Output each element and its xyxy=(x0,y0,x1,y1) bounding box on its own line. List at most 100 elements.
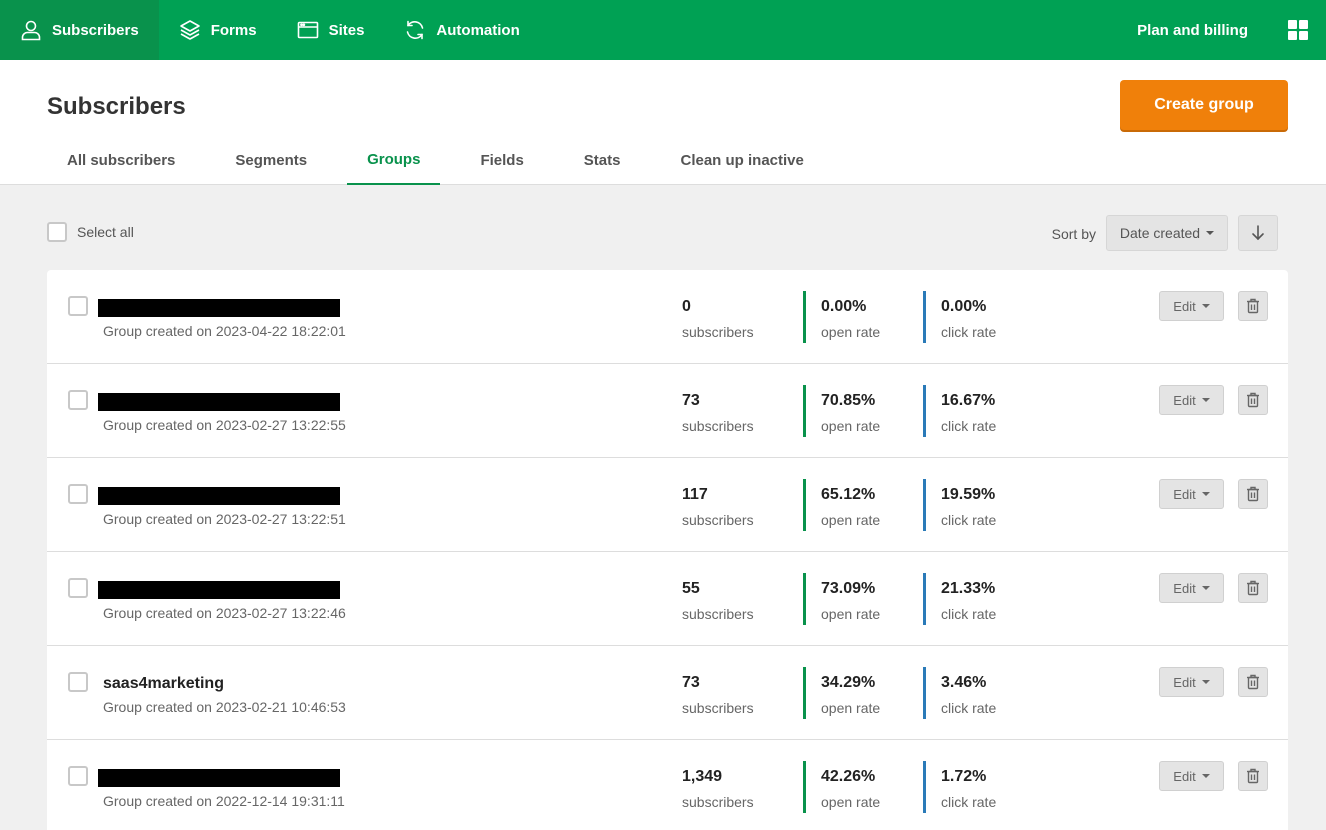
browser-window-icon xyxy=(297,21,318,39)
apps-grid-icon[interactable] xyxy=(1288,20,1308,40)
nav-automation[interactable]: Automation xyxy=(384,0,539,60)
sort-select[interactable]: Date created xyxy=(1106,215,1228,251)
refresh-icon xyxy=(407,20,424,40)
open-rate-stat: 70.85% open rate xyxy=(803,385,880,437)
trash-icon xyxy=(1247,392,1259,408)
click-rate-value: 16.67% xyxy=(941,392,996,409)
sort-select-value: Date created xyxy=(1119,225,1201,241)
tab-groups[interactable]: Groups xyxy=(347,135,441,185)
open-rate-label: open rate xyxy=(821,700,881,716)
group-name[interactable]: saas4marketing xyxy=(103,675,224,693)
click-rate-stat: 3.46% click rate xyxy=(923,667,996,719)
click-rate-label: click rate xyxy=(941,324,997,340)
nav-sites[interactable]: Sites xyxy=(277,0,385,60)
click-rate-label: click rate xyxy=(941,700,997,716)
subscribers-label: subscribers xyxy=(682,794,754,810)
subscribers-stat: 55 subscribers xyxy=(682,573,754,625)
redacted-group-name xyxy=(98,487,340,505)
subscribers-stat: 0 subscribers xyxy=(682,291,754,343)
open-rate-value: 70.85% xyxy=(821,392,876,409)
row-checkbox[interactable] xyxy=(68,390,88,410)
sort-direction-button[interactable] xyxy=(1238,215,1278,251)
delete-button[interactable] xyxy=(1238,761,1268,791)
delete-button[interactable] xyxy=(1238,479,1268,509)
group-row[interactable]: Group created on 2023-02-27 13:22:55 73 … xyxy=(47,364,1288,458)
edit-button[interactable]: Edit xyxy=(1159,479,1224,509)
subscribers-stat: 73 subscribers xyxy=(682,667,754,719)
select-all-label: Select all xyxy=(77,224,134,240)
group-row[interactable]: Group created on 2023-02-27 13:22:46 55 … xyxy=(47,552,1288,646)
click-rate-stat: 19.59% click rate xyxy=(923,479,996,531)
open-rate-label: open rate xyxy=(821,324,881,340)
caret-down-icon xyxy=(1201,398,1210,402)
row-checkbox[interactable] xyxy=(68,296,88,316)
edit-button[interactable]: Edit xyxy=(1159,385,1224,415)
group-created-date: Group created on 2023-02-27 13:22:51 xyxy=(103,511,346,527)
subscribers-count: 0 xyxy=(682,298,691,315)
select-all[interactable]: Select all xyxy=(47,222,134,242)
delete-button[interactable] xyxy=(1238,573,1268,603)
open-rate-value: 65.12% xyxy=(821,486,876,503)
subscribers-stat: 1,349 subscribers xyxy=(682,761,754,813)
delete-button[interactable] xyxy=(1238,291,1268,321)
edit-button[interactable]: Edit xyxy=(1159,761,1224,791)
trash-icon xyxy=(1247,486,1259,502)
click-rate-stat: 21.33% click rate xyxy=(923,573,996,625)
subscribers-count: 55 xyxy=(682,580,700,597)
trash-icon xyxy=(1247,298,1259,314)
tab-segments[interactable]: Segments xyxy=(215,135,327,185)
click-rate-stat: 0.00% click rate xyxy=(923,291,996,343)
tab-clean-up-inactive[interactable]: Clean up inactive xyxy=(660,135,823,185)
user-icon xyxy=(21,20,41,41)
click-rate-label: click rate xyxy=(941,418,997,434)
trash-icon xyxy=(1247,768,1259,784)
plan-and-billing-link[interactable]: Plan and billing xyxy=(1137,22,1248,39)
group-row[interactable]: Group created on 2022-12-14 19:31:11 1,3… xyxy=(47,740,1288,830)
edit-label: Edit xyxy=(1173,392,1196,408)
edit-label: Edit xyxy=(1173,298,1196,314)
subscribers-label: subscribers xyxy=(682,700,754,716)
delete-button[interactable] xyxy=(1238,667,1268,697)
edit-button[interactable]: Edit xyxy=(1159,573,1224,603)
select-all-checkbox[interactable] xyxy=(47,222,67,242)
tab-fields[interactable]: Fields xyxy=(460,135,543,185)
subscribers-label: subscribers xyxy=(682,606,754,622)
nav-forms[interactable]: Forms xyxy=(159,0,277,60)
open-rate-stat: 42.26% open rate xyxy=(803,761,880,813)
click-rate-label: click rate xyxy=(941,606,997,622)
open-rate-label: open rate xyxy=(821,418,881,434)
delete-button[interactable] xyxy=(1238,385,1268,415)
subscribers-label: subscribers xyxy=(682,512,754,528)
nav-right: Plan and billing xyxy=(1137,0,1326,60)
tab-all-subscribers[interactable]: All subscribers xyxy=(47,135,195,185)
subscribers-count: 73 xyxy=(682,392,700,409)
row-checkbox[interactable] xyxy=(68,578,88,598)
open-rate-label: open rate xyxy=(821,512,881,528)
nav-subscribers[interactable]: Subscribers xyxy=(0,0,159,60)
group-row[interactable]: Group created on 2023-04-22 18:22:01 0 s… xyxy=(47,270,1288,364)
page-header: Subscribers Create group All subscribers… xyxy=(0,60,1326,185)
row-checkbox[interactable] xyxy=(68,484,88,504)
group-row[interactable]: saas4marketing Group created on 2023-02-… xyxy=(47,646,1288,740)
group-row[interactable]: Group created on 2023-02-27 13:22:51 117… xyxy=(47,458,1288,552)
edit-button[interactable]: Edit xyxy=(1159,667,1224,697)
arrow-down-icon xyxy=(1252,225,1264,241)
click-rate-value: 19.59% xyxy=(941,486,996,503)
caret-down-icon xyxy=(1201,492,1210,496)
group-created-date: Group created on 2023-02-27 13:22:55 xyxy=(103,417,346,433)
tab-stats[interactable]: Stats xyxy=(564,135,641,185)
redacted-group-name xyxy=(98,393,340,411)
open-rate-label: open rate xyxy=(821,794,881,810)
group-created-date: Group created on 2023-02-21 10:46:53 xyxy=(103,699,346,715)
nav-label: Subscribers xyxy=(52,21,139,39)
nav-label: Forms xyxy=(210,21,257,39)
create-group-button[interactable]: Create group xyxy=(1120,80,1288,130)
subscribers-stat: 117 subscribers xyxy=(682,479,754,531)
edit-button[interactable]: Edit xyxy=(1159,291,1224,321)
open-rate-value: 0.00% xyxy=(821,298,867,315)
edit-label: Edit xyxy=(1173,580,1196,596)
open-rate-label: open rate xyxy=(821,606,881,622)
row-checkbox[interactable] xyxy=(68,672,88,692)
row-checkbox[interactable] xyxy=(68,766,88,786)
caret-down-icon xyxy=(1201,304,1210,308)
